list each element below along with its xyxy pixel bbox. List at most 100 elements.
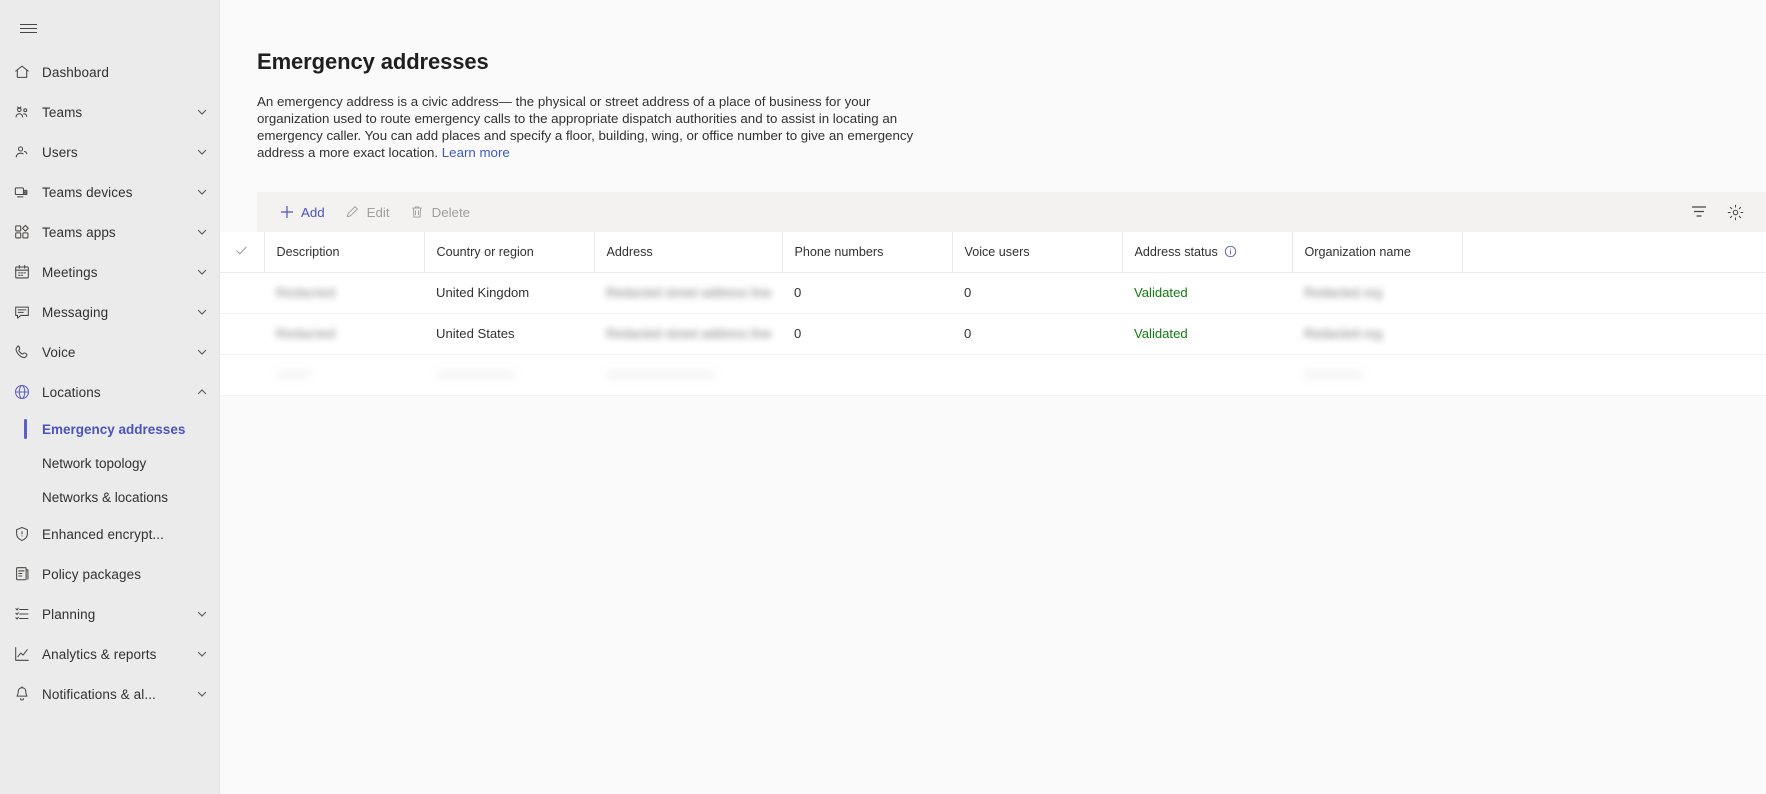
sidebar-item-teams[interactable]: Teams bbox=[0, 92, 219, 132]
chevron-down-icon[interactable] bbox=[195, 305, 209, 319]
sidebar-item-label: Planning bbox=[42, 606, 96, 622]
apps-icon bbox=[12, 222, 32, 242]
redacted-organization: Redacted org bbox=[1304, 285, 1383, 300]
users-icon bbox=[12, 142, 32, 162]
chevron-down-icon[interactable] bbox=[195, 185, 209, 199]
chevron-down-icon[interactable] bbox=[195, 647, 209, 661]
sidebar-item-label: Enhanced encrypt... bbox=[42, 526, 164, 542]
chevron-down-icon[interactable] bbox=[195, 265, 209, 279]
main-content: Emergency addresses An emergency address… bbox=[220, 0, 1766, 794]
sidebar-item-messaging[interactable]: Messaging bbox=[0, 292, 219, 332]
cell-voice-users: 0 bbox=[952, 272, 1122, 314]
delete-button[interactable]: Delete bbox=[400, 196, 480, 228]
add-button[interactable]: Add bbox=[269, 196, 335, 228]
column-header-address[interactable]: Address bbox=[594, 232, 783, 273]
sidebar-item-dashboard[interactable]: Dashboard bbox=[0, 52, 219, 92]
column-header-phone-numbers[interactable]: Phone numbers bbox=[782, 232, 953, 273]
sidebar-item-label: Teams apps bbox=[42, 224, 116, 240]
chevron-down-icon[interactable] bbox=[195, 345, 209, 359]
sidebar-item-voice[interactable]: Voice bbox=[0, 332, 219, 372]
redacted-description: Redacted bbox=[276, 285, 336, 300]
chevron-down-icon[interactable] bbox=[195, 105, 209, 119]
cell-address: Redacted street address line bbox=[594, 313, 782, 355]
trash-icon bbox=[410, 205, 425, 220]
column-header-organization-name[interactable]: Organization name bbox=[1292, 232, 1463, 273]
sidebar-item-users[interactable]: Users bbox=[0, 132, 219, 172]
calendar-icon bbox=[12, 262, 32, 282]
sidebar: Dashboard Teams Users Teams devices Teams ap… bbox=[0, 0, 220, 794]
table-header-row: Description Country or region Address Phone… bbox=[220, 232, 1766, 273]
filter-icon[interactable] bbox=[1688, 201, 1710, 223]
sidebar-item-analytics-reports[interactable]: Analytics & reports bbox=[0, 634, 219, 674]
learn-more-link[interactable]: Learn more bbox=[442, 145, 510, 160]
column-header-address-status[interactable]: Address status bbox=[1122, 232, 1293, 273]
sidebar-item-teams-devices[interactable]: Teams devices bbox=[0, 172, 219, 212]
sidebar-item-label: Notifications & al... bbox=[42, 686, 156, 702]
table-body: Redacted United Kingdom Redacted street ad… bbox=[220, 272, 1766, 396]
sidebar-item-label: Users bbox=[42, 144, 78, 160]
redacted-address: Redacted street address line bbox=[606, 326, 772, 341]
planning-icon bbox=[12, 604, 32, 624]
cell-country: United Kingdom bbox=[424, 272, 594, 314]
sidebar-item-label: Voice bbox=[42, 344, 76, 360]
select-all-checkbox[interactable] bbox=[220, 232, 265, 273]
row-checkbox[interactable] bbox=[220, 272, 264, 314]
edit-button-label: Edit bbox=[366, 204, 390, 220]
message-icon bbox=[12, 302, 32, 322]
sidebar-item-label: Meetings bbox=[42, 264, 98, 280]
column-header-country[interactable]: Country or region bbox=[424, 232, 595, 273]
hamburger-menu-icon[interactable] bbox=[8, 8, 48, 48]
row-checkbox[interactable] bbox=[220, 313, 264, 355]
teams-icon bbox=[12, 102, 32, 122]
chevron-down-icon[interactable] bbox=[195, 607, 209, 621]
table-row[interactable]: Redacted United States Redacted street add… bbox=[220, 313, 1766, 355]
cell-phone-numbers: 0 bbox=[782, 313, 952, 355]
toolbar-right-actions bbox=[1688, 201, 1756, 223]
column-header-label: Address status bbox=[1134, 244, 1218, 259]
sidebar-subitem-emergency-addresses[interactable]: Emergency addresses bbox=[0, 412, 219, 446]
package-icon bbox=[12, 564, 32, 584]
sidebar-item-locations[interactable]: Locations bbox=[0, 372, 219, 412]
sidebar-nav: Dashboard Teams Users Teams devices Teams ap… bbox=[0, 48, 219, 714]
column-header-label: Phone numbers bbox=[794, 244, 884, 259]
column-header-label: Voice users bbox=[964, 244, 1030, 259]
cell-organization-name: Redacted org bbox=[1292, 272, 1462, 314]
cell-address-status: Validated bbox=[1122, 313, 1292, 355]
sidebar-item-teams-apps[interactable]: Teams apps bbox=[0, 212, 219, 252]
sidebar-subitem-network-topology[interactable]: Network topology bbox=[0, 446, 219, 480]
sidebar-item-enhanced-encrypt[interactable]: Enhanced encrypt... bbox=[0, 514, 219, 554]
sidebar-item-meetings[interactable]: Meetings bbox=[0, 252, 219, 292]
cell-voice-users: 0 bbox=[952, 313, 1122, 355]
cell-spacer bbox=[1462, 272, 1766, 314]
gear-icon[interactable] bbox=[1724, 201, 1746, 223]
edit-button[interactable]: Edit bbox=[335, 196, 400, 228]
chevron-down-icon[interactable] bbox=[195, 225, 209, 239]
pencil-icon bbox=[345, 205, 360, 220]
status-badge: Validated bbox=[1134, 326, 1188, 341]
sidebar-item-planning[interactable]: Planning bbox=[0, 594, 219, 634]
cell-organization-name: Redacted org bbox=[1292, 313, 1462, 355]
sidebar-subitem-label: Network topology bbox=[42, 455, 147, 471]
page-title: Emergency addresses bbox=[257, 49, 489, 74]
info-icon[interactable] bbox=[1224, 245, 1237, 258]
sidebar-item-label: Dashboard bbox=[42, 64, 109, 80]
delete-button-label: Delete bbox=[431, 204, 471, 220]
chevron-down-icon[interactable] bbox=[195, 687, 209, 701]
redacted-description: Redacted bbox=[276, 326, 336, 341]
sidebar-subitem-label: Emergency addresses bbox=[42, 421, 186, 437]
status-badge: Validated bbox=[1134, 285, 1188, 300]
chevron-up-icon[interactable] bbox=[195, 385, 209, 399]
sidebar-item-policy-packages[interactable]: Policy packages bbox=[0, 554, 219, 594]
chevron-down-icon[interactable] bbox=[195, 145, 209, 159]
table-header: Description Country or region Address Phone… bbox=[220, 232, 1766, 273]
cell-address-status: Validated bbox=[1122, 272, 1292, 314]
shield-icon bbox=[12, 524, 32, 544]
sidebar-item-notifications-al[interactable]: Notifications & al... bbox=[0, 674, 219, 714]
redacted-address: Redacted street address line bbox=[606, 285, 772, 300]
sidebar-subitem-networks-locations[interactable]: Networks & locations bbox=[0, 480, 219, 514]
column-header-voice-users[interactable]: Voice users bbox=[952, 232, 1123, 273]
table-row[interactable]: Redacted United Kingdom Redacted street ad… bbox=[220, 272, 1766, 314]
column-header-spacer bbox=[1462, 232, 1766, 273]
page-description-text: An emergency address is a civic address—… bbox=[257, 94, 914, 160]
column-header-description[interactable]: Description bbox=[264, 232, 425, 273]
